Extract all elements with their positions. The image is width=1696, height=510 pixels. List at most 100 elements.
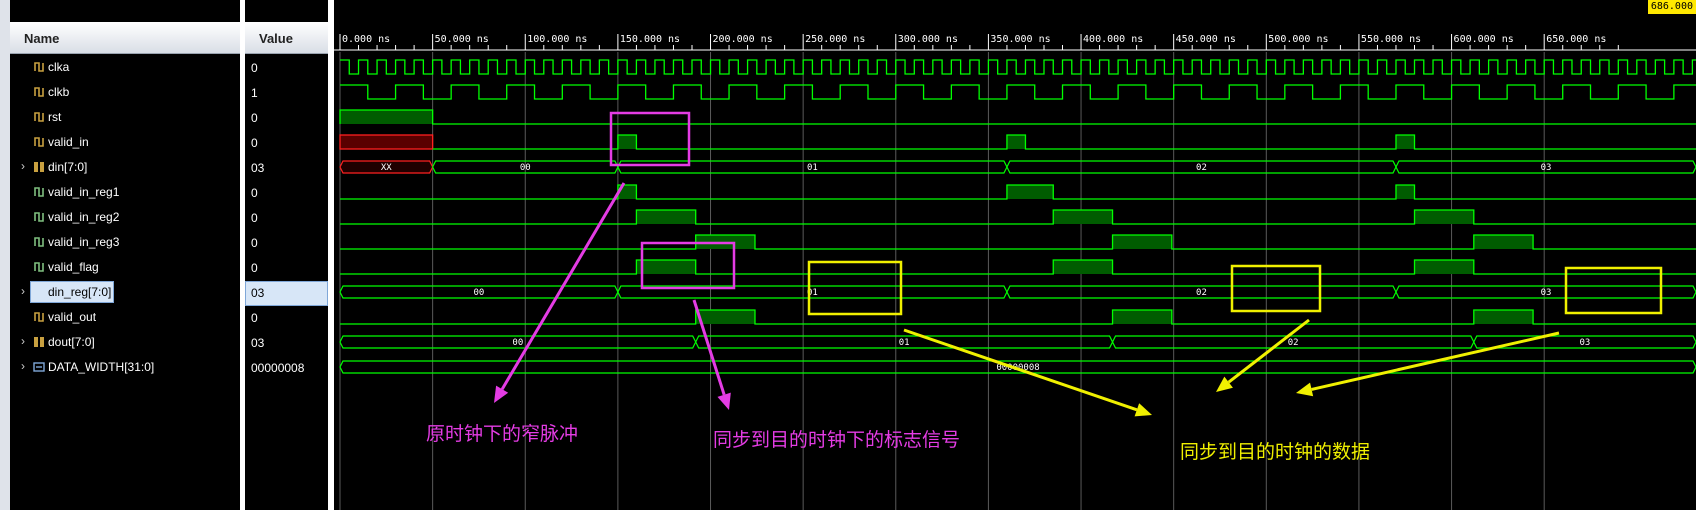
signal-row-din_reg70[interactable]: › din_reg[7:0] (10, 280, 240, 305)
arrow-shaft (903, 328, 1138, 412)
signal-value: 0 (251, 236, 258, 250)
bus-value-label: 03 (1541, 288, 1552, 298)
signal-row-rst[interactable]: rst (10, 105, 240, 130)
expand-chevron-icon[interactable]: › (21, 359, 25, 373)
signal-value-cell[interactable]: 03 (245, 281, 328, 306)
signal-row-clkb[interactable]: clkb (10, 80, 240, 105)
signal-value-cell[interactable]: 03 (245, 156, 328, 181)
signal-value: 0 (251, 211, 258, 225)
signal-row-valid_in_reg3[interactable]: valid_in_reg3 (10, 230, 240, 255)
cursor-time-marker[interactable]: 686.000 (1647, 0, 1696, 14)
yellow-box-data-03 (1564, 266, 1663, 315)
name-header-label: Name (24, 31, 60, 46)
high-fill (1053, 210, 1113, 224)
value-header-label: Value (259, 31, 293, 46)
signal-value: 0 (251, 186, 258, 200)
data-width-trace: 00000008 (339, 360, 1696, 374)
annotation-sync-data: 同步到目的时钟的数据 (1180, 442, 1371, 463)
high-fill (1112, 235, 1172, 249)
high-fill (1006, 135, 1026, 149)
signal-row-clka[interactable]: clka (10, 55, 240, 80)
signal-row-valid_flag[interactable]: valid_flag (10, 255, 240, 280)
signal-name: DATA_WIDTH[31:0] (48, 360, 155, 374)
bus-value-label: 02 (1196, 288, 1207, 298)
arrow-head (1134, 403, 1152, 417)
valid-flag-trace (340, 259, 1696, 275)
signal-traces: XX00010203000102030001020300000008 (339, 59, 1696, 374)
din-reg-trace: 00 01 02 03 (339, 285, 1696, 299)
axis-tick-label: 100.000 ns (527, 34, 587, 45)
signal-value-cell[interactable]: 0 (245, 256, 328, 281)
bus-value-label: 00 (474, 288, 485, 298)
signal-name: valid_out (48, 310, 97, 324)
axis-tick-label: 250.000 ns (805, 34, 865, 45)
signal-value: 1 (251, 86, 258, 100)
high-fill (1473, 310, 1534, 324)
undefined-region (339, 134, 434, 150)
signal-value-cell[interactable]: 00000008 (245, 356, 328, 381)
dout-trace: 00 01 02 03 (339, 335, 1696, 349)
axis-tick-label: 550.000 ns (1361, 34, 1421, 45)
signal-value-cell[interactable]: 0 (245, 306, 328, 331)
signal-name: valid_in_reg1 (48, 185, 120, 199)
trace-line (339, 109, 1696, 125)
axis-tick-label: 50.000 ns (435, 34, 489, 45)
yellow-box-data-02 (1230, 264, 1322, 313)
magenta-arrow-narrow-pulse (494, 182, 626, 403)
bus-value-label: 01 (899, 338, 910, 348)
trace-line (340, 209, 1696, 225)
signal-name: dout[7:0] (48, 335, 95, 349)
high-fill (1414, 210, 1474, 224)
signal-value: 03 (251, 286, 265, 300)
signal-value: 03 (251, 161, 265, 175)
high-fill (636, 210, 696, 224)
signal-name: din[7:0] (48, 160, 88, 174)
signal-row-data_width310[interactable]: › DATA_WIDTH[31:0] (10, 355, 240, 380)
expand-chevron-icon[interactable]: › (21, 159, 25, 173)
high-fill (340, 110, 433, 124)
expand-chevron-icon[interactable]: › (21, 334, 25, 348)
signal-row-valid_in_reg1[interactable]: valid_in_reg1 (10, 180, 240, 205)
signal-row-valid_out[interactable]: valid_out (10, 305, 240, 330)
yellow-arrow-data-02 (1216, 318, 1310, 392)
signal-value-cell[interactable]: 1 (245, 81, 328, 106)
signal-value-cell[interactable]: 0 (245, 56, 328, 81)
signal-value-cell[interactable]: 0 (245, 206, 328, 231)
signal-row-valid_in[interactable]: valid_in (10, 130, 240, 155)
high-fill (695, 310, 755, 324)
signal-name: clka (48, 60, 70, 74)
high-fill (1053, 260, 1113, 274)
valid-in-trace (339, 134, 1696, 150)
signal-row-dout70[interactable]: › dout[7:0] (10, 330, 240, 355)
high-fill (617, 135, 637, 149)
axis-tick-label: 600.000 ns (1454, 34, 1514, 45)
signal-name: valid_flag (48, 260, 99, 274)
expand-chevron-icon[interactable]: › (21, 284, 25, 298)
signal-value-cell[interactable]: 0 (245, 181, 328, 206)
signal-row-valid_in_reg2[interactable]: valid_in_reg2 (10, 205, 240, 230)
signal-value: 0 (251, 261, 258, 275)
trace-line (340, 259, 1696, 275)
signal-name: valid_in (48, 135, 89, 149)
signal-name: valid_in_reg2 (48, 210, 120, 224)
bus-value-label: 02 (1196, 163, 1207, 173)
clkb-trace (340, 84, 1696, 100)
valid-in-reg2-trace (340, 209, 1696, 225)
high-fill (1473, 235, 1534, 249)
signal-value-cell[interactable]: 0 (245, 106, 328, 131)
signal-value-cell[interactable]: 03 (245, 331, 328, 356)
arrow-head (717, 392, 731, 410)
value-column-header[interactable]: Value (245, 22, 328, 54)
signal-row-din70[interactable]: › din[7:0] (10, 155, 240, 180)
signal-name: din_reg[7:0] (48, 285, 112, 299)
signal-value: 00000008 (251, 361, 305, 375)
signal-value: 0 (251, 136, 258, 150)
high-fill (636, 260, 696, 274)
bus-value-label: 03 (1541, 163, 1552, 173)
signal-value: 0 (251, 61, 258, 75)
valid-in-reg1-trace (340, 184, 1696, 200)
signal-value-cell[interactable]: 0 (245, 131, 328, 156)
signal-value-cell[interactable]: 0 (245, 231, 328, 256)
signal-name: clkb (48, 85, 70, 99)
name-column-header[interactable]: Name (10, 22, 240, 54)
